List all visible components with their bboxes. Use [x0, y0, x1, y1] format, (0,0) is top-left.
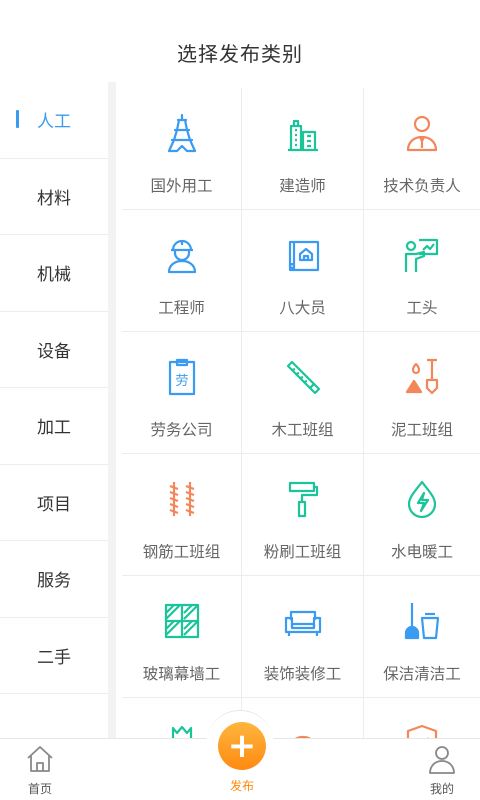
grid-item-foreman[interactable]: 工头	[364, 210, 480, 332]
grid-item-label: 粉刷工班组	[263, 543, 342, 561]
grid-item-masonry-team[interactable]: 泥工班组	[364, 332, 480, 454]
grid-item-label: 钢筋工班组	[142, 543, 221, 561]
grid-item-plumbing-electric[interactable]: 水电暖工	[364, 454, 480, 576]
grid-item-glass-curtain-wall[interactable]: 玻璃幕墙工	[122, 576, 242, 698]
shovel-icon	[405, 358, 439, 395]
sidebar-item-processing[interactable]: 加工	[0, 388, 108, 465]
plus-icon: +	[227, 726, 257, 766]
grid-item-overseas-labor[interactable]: 国外用工	[122, 88, 242, 210]
subcategory-grid: 国外用工 建造师 技术负责人 工程师 八大员 工头 劳 劳务公司 木工班组 泥工…	[122, 88, 480, 738]
active-indicator	[16, 110, 19, 128]
grid-item-decoration[interactable]: 装饰装修工	[242, 576, 364, 698]
grid-item-constructor[interactable]: 建造师	[242, 88, 364, 210]
sidebar-item-label: 服务	[37, 571, 71, 592]
sidebar-item-materials[interactable]: 材料	[0, 159, 108, 235]
sidebar-item-more[interactable]	[0, 694, 108, 738]
eiffel-tower-icon	[167, 113, 196, 153]
grid-item-painter-team[interactable]: 粉刷工班组	[242, 454, 364, 576]
arch-icon	[294, 735, 311, 738]
flower-icon	[171, 725, 192, 738]
rebar-icon	[169, 482, 194, 516]
tab-home-label: 首页	[27, 782, 52, 796]
sidebar-item-label: 人工	[37, 112, 71, 133]
grid-item-label: 保洁清洁工	[383, 665, 461, 683]
blueprint-icon	[288, 240, 319, 272]
electric-drop-icon	[407, 480, 437, 519]
engineer-helmet-icon	[167, 239, 196, 274]
category-sidebar: 人工 材料 机械 设备 加工 项目 服务 二手	[0, 82, 116, 738]
grid-item-tech-lead[interactable]: 技术负责人	[364, 88, 480, 210]
foreman-icon	[404, 238, 439, 272]
grid-item-labor-company[interactable]: 劳 劳务公司	[122, 332, 242, 454]
labor-clipboard-icon: 劳	[168, 358, 195, 396]
sidebar-item-projects[interactable]: 项目	[0, 465, 108, 541]
grid-item-carpentry-team[interactable]: 木工班组	[242, 332, 364, 454]
grid-item-label: 劳务公司	[150, 421, 213, 439]
shield-icon	[406, 724, 438, 738]
sidebar-item-label: 二手	[37, 647, 71, 668]
subcategory-panel: 国外用工 建造师 技术负责人 工程师 八大员 工头 劳 劳务公司 木工班组 泥工…	[122, 88, 480, 738]
glass-wall-icon	[164, 603, 199, 639]
svg-text:劳: 劳	[175, 373, 188, 389]
grid-item-label: 玻璃幕墙工	[142, 665, 221, 683]
grid-item-label: 工程师	[158, 299, 205, 317]
tab-home[interactable]: 首页	[0, 739, 80, 800]
grid-item-eight-staff[interactable]: 八大员	[242, 210, 364, 332]
grid-item-label: 泥工班组	[390, 421, 453, 439]
grid-item-18[interactable]	[364, 698, 480, 738]
page-title: 选择发布类别	[177, 42, 303, 66]
header: 选择发布类别	[0, 0, 480, 82]
grid-item-label: 木工班组	[271, 421, 334, 439]
grid-item-engineer[interactable]: 工程师	[122, 210, 242, 332]
user-icon	[429, 746, 455, 774]
grid-item-label: 水电暖工	[390, 543, 453, 561]
saw-icon	[286, 360, 320, 395]
mop-bucket-icon	[404, 603, 440, 640]
paint-roller-icon	[288, 481, 318, 518]
sidebar-item-label: 机械	[37, 265, 71, 286]
grid-item-label: 装饰装修工	[263, 665, 342, 683]
tab-mine-label: 我的	[429, 782, 454, 796]
sidebar-item-equipment[interactable]: 设备	[0, 312, 108, 388]
home-icon	[27, 746, 53, 772]
sidebar-item-label: 设备	[37, 341, 71, 362]
grid-item-label: 技术负责人	[383, 177, 461, 195]
tab-publish-label: 发布	[229, 779, 254, 793]
sidebar-item-label: 加工	[37, 418, 71, 439]
grid-item-cleaning[interactable]: 保洁清洁工	[364, 576, 480, 698]
buildings-icon	[287, 119, 318, 152]
grid-item-rebar-team[interactable]: 钢筋工班组	[122, 454, 242, 576]
sidebar-item-machinery[interactable]: 机械	[0, 235, 108, 312]
sidebar-item-services[interactable]: 服务	[0, 541, 108, 618]
publish-button[interactable]: +	[218, 722, 266, 770]
grid-item-label: 工头	[406, 299, 438, 317]
sidebar-item-second-hand[interactable]: 二手	[0, 618, 108, 694]
manager-icon	[406, 115, 438, 152]
grid-item-label: 八大员	[279, 299, 326, 317]
sofa-icon	[284, 610, 321, 636]
sidebar-item-label: 材料	[37, 188, 71, 209]
sidebar-item-labor[interactable]: 人工	[0, 82, 108, 159]
grid-item-label: 建造师	[279, 177, 326, 195]
tab-mine[interactable]: 我的	[402, 739, 480, 800]
sidebar-item-label: 项目	[37, 494, 71, 515]
grid-item-label: 国外用工	[150, 177, 213, 195]
